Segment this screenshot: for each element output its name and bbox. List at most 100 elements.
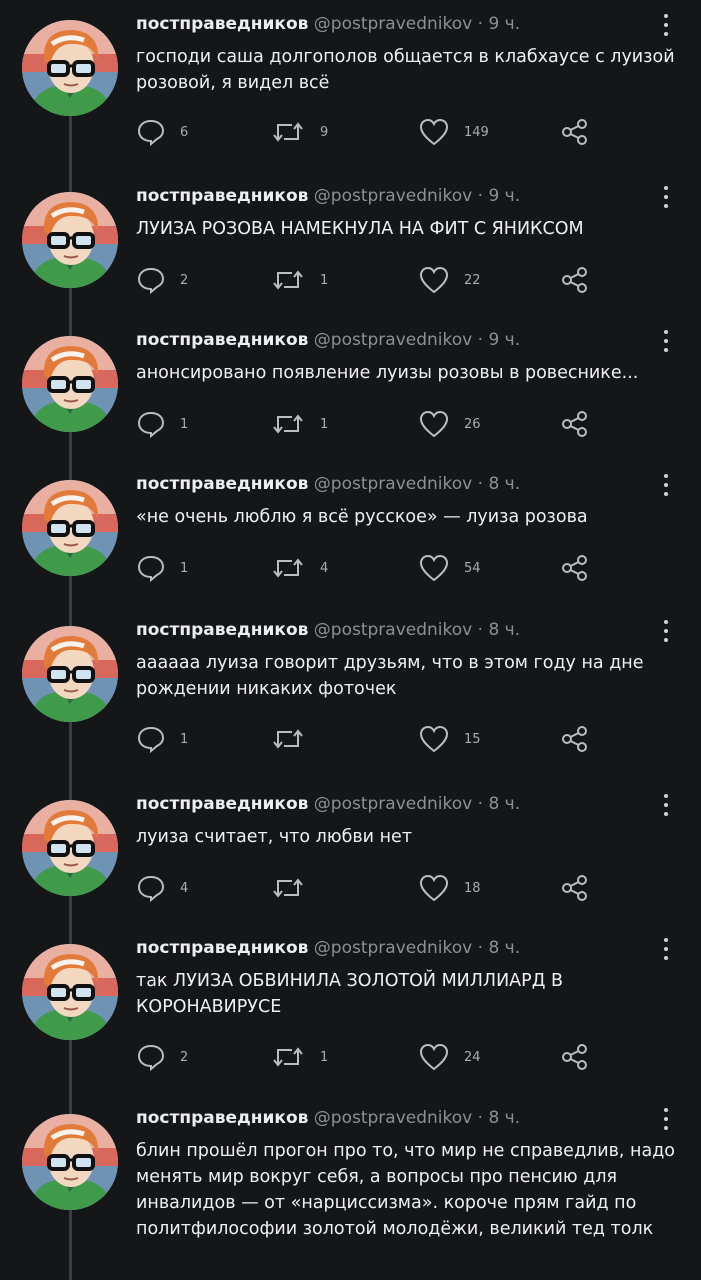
share-button[interactable] (560, 408, 590, 440)
tweet-time[interactable]: 8 ч. (488, 938, 520, 958)
author-handle[interactable]: @postpravednikov (314, 938, 472, 958)
avatar[interactable] (22, 800, 118, 896)
like-button[interactable]: 54 (418, 552, 481, 584)
author-name[interactable]: постправедников (136, 330, 308, 350)
share-icon (560, 1042, 590, 1072)
retweet-count: 1 (320, 272, 329, 288)
author-handle[interactable]: @postpravednikov (314, 186, 472, 206)
avatar[interactable] (22, 480, 118, 576)
reply-count: 1 (180, 416, 189, 432)
reply-button[interactable]: 4 (136, 872, 188, 904)
retweet-count: 1 (320, 416, 329, 432)
share-button[interactable] (560, 552, 590, 584)
more-vertical-icon[interactable] (656, 474, 676, 504)
like-button[interactable]: 26 (418, 408, 481, 440)
author-handle[interactable]: @postpravednikov (314, 620, 472, 640)
retweet-button[interactable]: 9 (270, 116, 328, 148)
separator-dot: · (477, 186, 484, 206)
tweet-time[interactable]: 8 ч. (488, 1108, 520, 1128)
share-icon (560, 873, 590, 903)
retweet-button[interactable]: 1 (270, 1041, 328, 1073)
share-icon (560, 553, 590, 583)
reply-button[interactable]: 2 (136, 1041, 188, 1073)
retweet-icon (270, 1042, 306, 1072)
like-count: 22 (464, 272, 481, 288)
retweet-icon (270, 553, 306, 583)
share-button[interactable] (560, 723, 590, 755)
tweet-header: постправедников @postpravednikov · 9 ч. (136, 186, 520, 206)
reply-count: 4 (180, 880, 189, 896)
share-button[interactable] (560, 264, 590, 296)
reply-button[interactable]: 2 (136, 264, 188, 296)
reply-icon (136, 553, 166, 583)
avatar[interactable] (22, 1114, 118, 1210)
reply-button[interactable]: 6 (136, 116, 188, 148)
author-handle[interactable]: @postpravednikov (314, 14, 472, 34)
more-vertical-icon[interactable] (656, 1108, 676, 1138)
author-name[interactable]: постправедников (136, 14, 308, 34)
reply-count: 1 (180, 560, 189, 576)
share-button[interactable] (560, 1041, 590, 1073)
tweet-actions: 4 18 (136, 872, 606, 904)
avatar[interactable] (22, 944, 118, 1040)
more-vertical-icon[interactable] (656, 938, 676, 968)
share-icon (560, 409, 590, 439)
reply-button[interactable]: 1 (136, 723, 188, 755)
author-handle[interactable]: @postpravednikov (314, 330, 472, 350)
author-handle[interactable]: @postpravednikov (314, 1108, 472, 1128)
tweet-actions: 1 15 (136, 723, 606, 755)
author-handle[interactable]: @postpravednikov (314, 474, 472, 494)
tweet-actions: 2 1 22 (136, 264, 606, 296)
author-name[interactable]: постправедников (136, 474, 308, 494)
tweet-time[interactable]: 9 ч. (488, 330, 520, 350)
reply-button[interactable]: 1 (136, 552, 188, 584)
tweet-time[interactable]: 8 ч. (488, 620, 520, 640)
tweet-header: постправедников @postpravednikov · 8 ч. (136, 938, 520, 958)
like-button[interactable]: 18 (418, 872, 481, 904)
retweet-button[interactable]: 1 (270, 408, 328, 440)
avatar[interactable] (22, 336, 118, 432)
more-vertical-icon[interactable] (656, 620, 676, 650)
like-button[interactable]: 22 (418, 264, 481, 296)
separator-dot: · (477, 14, 484, 34)
author-name[interactable]: постправедников (136, 938, 308, 958)
separator-dot: · (477, 794, 484, 814)
tweet-time[interactable]: 8 ч. (488, 794, 520, 814)
author-handle[interactable]: @postpravednikov (314, 794, 472, 814)
share-button[interactable] (560, 872, 590, 904)
retweet-button[interactable]: 4 (270, 552, 328, 584)
separator-dot: · (477, 938, 484, 958)
heart-icon (418, 873, 450, 903)
like-button[interactable]: 149 (418, 116, 489, 148)
reply-icon (136, 873, 166, 903)
like-button[interactable]: 15 (418, 723, 481, 755)
more-vertical-icon[interactable] (656, 186, 676, 216)
tweet-time[interactable]: 8 ч. (488, 474, 520, 494)
separator-dot: · (477, 620, 484, 640)
tweet-time[interactable]: 9 ч. (488, 14, 520, 34)
separator-dot: · (477, 1108, 484, 1128)
share-button[interactable] (560, 116, 590, 148)
avatar[interactable] (22, 20, 118, 116)
more-vertical-icon[interactable] (656, 14, 676, 44)
avatar[interactable] (22, 626, 118, 722)
retweet-button[interactable]: 1 (270, 264, 328, 296)
more-vertical-icon[interactable] (656, 330, 676, 360)
retweet-button[interactable] (270, 723, 320, 755)
retweet-icon (270, 724, 306, 754)
like-count: 149 (464, 124, 489, 140)
author-name[interactable]: постправедников (136, 1108, 308, 1128)
like-count: 54 (464, 560, 481, 576)
author-name[interactable]: постправедников (136, 620, 308, 640)
like-button[interactable]: 24 (418, 1041, 481, 1073)
author-name[interactable]: постправедников (136, 794, 308, 814)
tweet-time[interactable]: 9 ч. (488, 186, 520, 206)
reply-icon (136, 117, 166, 147)
author-name[interactable]: постправедников (136, 186, 308, 206)
tweet-text: «не очень люблю я всё русское» — луиза р… (136, 507, 588, 527)
avatar[interactable] (22, 192, 118, 288)
more-vertical-icon[interactable] (656, 794, 676, 824)
retweet-count: 4 (320, 560, 329, 576)
retweet-button[interactable] (270, 872, 320, 904)
reply-button[interactable]: 1 (136, 408, 188, 440)
